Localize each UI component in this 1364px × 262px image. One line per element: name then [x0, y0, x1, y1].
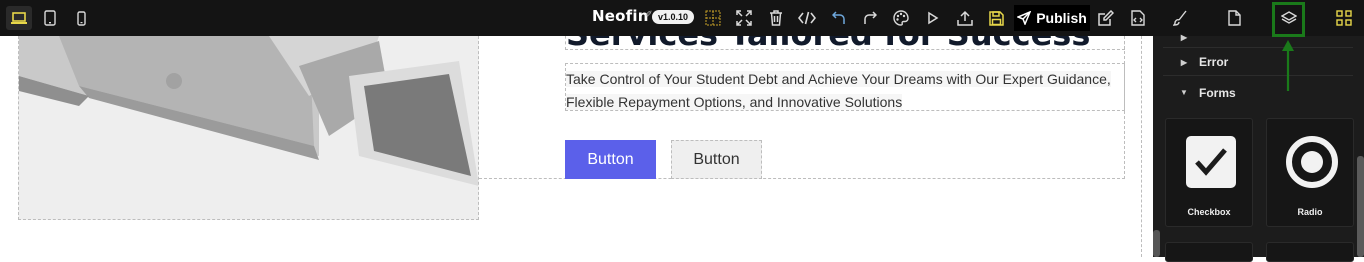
desktop-icon[interactable] [8, 0, 30, 36]
category-error[interactable]: ▶ Error [1163, 49, 1353, 76]
primary-button[interactable]: Button [565, 140, 656, 179]
publish-label: Publish [1036, 10, 1087, 26]
blocks-icon[interactable] [1334, 0, 1354, 36]
redo-icon[interactable] [860, 0, 880, 36]
grid-icon[interactable] [703, 0, 723, 36]
panel-scrollbar[interactable] [1357, 156, 1364, 257]
heading-box[interactable]: Services Tailored for Success [565, 36, 1125, 50]
save-icon[interactable] [986, 0, 1006, 36]
send-icon [1017, 11, 1032, 25]
section-paragraph-text: Take Control of Your Student Debt and Ac… [566, 71, 1111, 110]
section-paragraph[interactable]: Take Control of Your Student Debt and Ac… [566, 68, 1126, 114]
upload-icon[interactable] [954, 0, 976, 36]
block-radio-label: Radio [1297, 207, 1323, 217]
block-partial-2[interactable] [1266, 242, 1354, 262]
app-brand: Neofin [592, 7, 649, 25]
page-icon[interactable] [1224, 0, 1244, 36]
hero-image[interactable] [18, 36, 479, 220]
category-forms[interactable]: ▼ Forms [1163, 79, 1353, 106]
blocks-panel: ▶ ▶ Error ▼ Forms Checkbox Radio [1153, 33, 1364, 262]
publish-button[interactable]: Publish [1014, 5, 1090, 31]
undo-icon[interactable] [829, 0, 849, 36]
paragraph-box[interactable]: Take Control of Your Student Debt and Ac… [565, 63, 1125, 111]
brush-icon[interactable] [1170, 0, 1190, 36]
fullscreen-icon[interactable] [734, 0, 754, 36]
block-checkbox[interactable]: Checkbox [1165, 118, 1253, 227]
panel-scroll-handle[interactable] [1153, 230, 1160, 257]
category-forms-label: Forms [1199, 85, 1236, 100]
checkbox-icon [1186, 136, 1236, 188]
block-partial-1[interactable] [1165, 242, 1253, 262]
canvas-boundary [1141, 36, 1142, 257]
palette-icon[interactable] [891, 0, 911, 36]
play-icon[interactable] [923, 0, 943, 36]
top-toolbar: Neofin ✐ v1.0.10 Publish [0, 0, 1364, 36]
mobile-icon[interactable] [72, 0, 90, 36]
laptop-photo [19, 36, 478, 219]
arrow-up-icon [1282, 40, 1294, 91]
version-badge: v1.0.10 [652, 10, 695, 24]
block-radio[interactable]: Radio [1266, 118, 1354, 227]
secondary-button[interactable]: Button [671, 140, 762, 179]
block-checkbox-label: Checkbox [1187, 207, 1231, 217]
panel-row-partial: ▶ [1163, 33, 1353, 48]
layers-highlight [1272, 2, 1305, 37]
tablet-icon[interactable] [40, 0, 60, 36]
code-icon[interactable] [796, 0, 818, 36]
caret-right-icon: ▶ [1180, 57, 1188, 67]
caret-down-icon: ▼ [1180, 88, 1188, 97]
category-error-label: Error [1199, 55, 1229, 69]
edit-icon[interactable] [1096, 0, 1116, 36]
trash-icon[interactable] [766, 0, 786, 36]
editor-canvas[interactable]: Services Tailored for Success Take Contr… [0, 36, 1153, 257]
radio-icon [1286, 136, 1338, 188]
section-heading[interactable]: Services Tailored for Success [566, 36, 1090, 49]
export-icon[interactable] [1128, 0, 1148, 36]
